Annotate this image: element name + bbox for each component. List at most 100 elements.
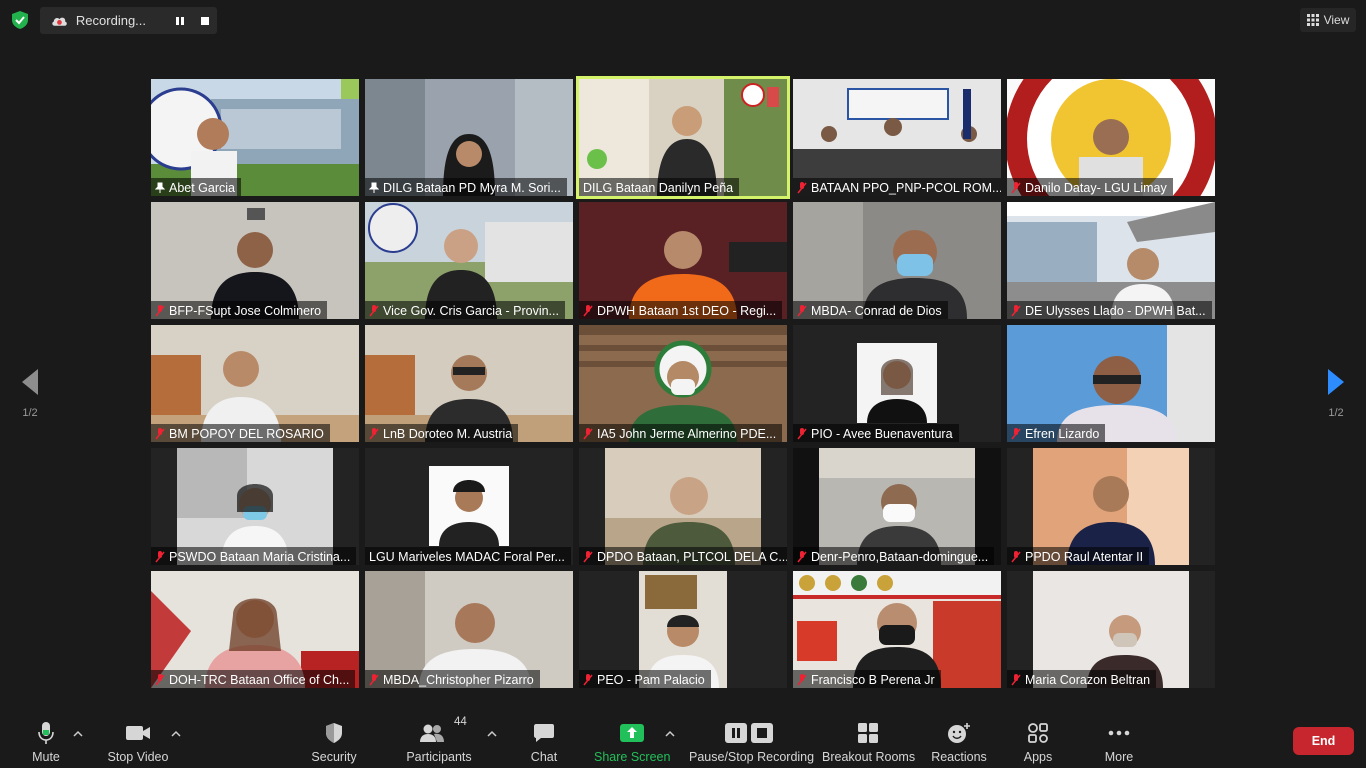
apps-button[interactable]: Apps bbox=[1018, 720, 1058, 764]
participant-tile[interactable]: DPDO Bataan, PLTCOL DELA C... bbox=[579, 448, 787, 565]
recording-indicator: Recording... bbox=[40, 7, 217, 34]
participant-tile[interactable]: BFP-FSupt Jose Colminero bbox=[151, 202, 359, 319]
pause-stop-recording-label: Pause/Stop Recording bbox=[689, 750, 815, 764]
participant-name-tag: DPDO Bataan, PLTCOL DELA C... bbox=[579, 547, 787, 565]
participant-tile[interactable]: BM POPOY DEL ROSARIO bbox=[151, 325, 359, 442]
participant-tile[interactable]: IA5 John Jerme Almerino PDE... bbox=[579, 325, 787, 442]
participant-tile[interactable]: Danilo Datay- LGU Limay bbox=[1007, 79, 1215, 196]
muted-mic-icon bbox=[797, 550, 807, 562]
participant-name: DE Ulysses Llado - DPWH Bat... bbox=[1025, 303, 1206, 318]
top-bar: Recording... View bbox=[0, 0, 1366, 42]
participant-name-tag: PEO - Pam Palacio bbox=[579, 670, 711, 688]
shield-icon bbox=[326, 723, 342, 743]
participant-name: BFP-FSupt Jose Colminero bbox=[169, 303, 322, 318]
muted-mic-icon bbox=[155, 673, 165, 685]
arrow-right-icon bbox=[1328, 369, 1344, 395]
participant-name: BATAAN PPO_PNP-PCOL ROM... bbox=[811, 180, 1001, 195]
share-screen-icon bbox=[620, 724, 644, 742]
stop-recording-button[interactable] bbox=[193, 10, 217, 32]
breakout-rooms-icon bbox=[858, 723, 878, 743]
participant-tile[interactable]: Francisco B Perena Jr bbox=[793, 571, 1001, 688]
participants-label: Participants bbox=[406, 750, 472, 764]
muted-mic-icon bbox=[369, 304, 379, 316]
participant-name-tag: Vice Gov. Cris Garcia - Provin... bbox=[365, 301, 565, 319]
participant-tile[interactable]: DPWH Bataan 1st DEO - Regi... bbox=[579, 202, 787, 319]
participant-tile-active-speaker[interactable]: DILG Bataan Danilyn Peña bbox=[576, 76, 790, 199]
participant-tile[interactable]: Maria Corazon Beltran bbox=[1007, 571, 1215, 688]
participant-tile[interactable]: PSWDO Bataan Maria Cristina... bbox=[151, 448, 359, 565]
participant-name: BM POPOY DEL ROSARIO bbox=[169, 426, 324, 441]
cloud-record-icon bbox=[52, 17, 67, 26]
participant-tile[interactable]: DILG Bataan PD Myra M. Sori... bbox=[365, 79, 573, 196]
muted-mic-icon bbox=[369, 427, 379, 439]
participant-name-tag: MBDA- Conrad de Dios bbox=[793, 301, 948, 319]
participant-name-tag: PIO - Avee Buenaventura bbox=[793, 424, 959, 442]
participant-tile[interactable]: PEO - Pam Palacio bbox=[579, 571, 787, 688]
participant-tile[interactable]: Efren Lizardo bbox=[1007, 325, 1215, 442]
muted-mic-icon bbox=[1011, 304, 1021, 316]
participant-tile[interactable]: LGU Mariveles MADAC Foral Per... bbox=[365, 448, 573, 565]
participant-name-tag: MBDA_Christopher Pizarro bbox=[365, 670, 540, 688]
participant-name-tag: DPWH Bataan 1st DEO - Regi... bbox=[579, 301, 783, 319]
participant-name: Danilo Datay- LGU Limay bbox=[1025, 180, 1167, 195]
participant-tile[interactable]: MBDA- Conrad de Dios bbox=[793, 202, 1001, 319]
chat-button[interactable]: Chat bbox=[522, 720, 566, 764]
previous-page-button[interactable]: 1/2 bbox=[10, 367, 50, 419]
pin-icon bbox=[155, 182, 165, 193]
participant-tile[interactable]: MBDA_Christopher Pizarro bbox=[365, 571, 573, 688]
participant-name-tag: DILG Bataan Danilyn Peña bbox=[579, 178, 740, 196]
participant-name: DILG Bataan PD Myra M. Sori... bbox=[383, 180, 561, 195]
participant-tile[interactable]: DE Ulysses Llado - DPWH Bat... bbox=[1007, 202, 1215, 319]
stop-video-button[interactable]: Stop Video bbox=[104, 720, 172, 764]
participant-tile[interactable]: BATAAN PPO_PNP-PCOL ROM... bbox=[793, 79, 1001, 196]
next-page-button[interactable]: 1/2 bbox=[1316, 367, 1356, 419]
participant-name: DPWH Bataan 1st DEO - Regi... bbox=[597, 303, 777, 318]
participant-name: Vice Gov. Cris Garcia - Provin... bbox=[383, 303, 559, 318]
participant-tile[interactable]: Denr-Penro,Bataan-domingue... bbox=[793, 448, 1001, 565]
mute-label: Mute bbox=[32, 750, 60, 764]
participant-name: Denr-Penro,Bataan-domingue... bbox=[811, 549, 989, 564]
stop-video-label: Stop Video bbox=[107, 750, 169, 764]
participant-tile[interactable]: DOH-TRC Bataan Office of Ch... bbox=[151, 571, 359, 688]
chevron-up-icon[interactable] bbox=[487, 730, 497, 738]
microphone-icon bbox=[38, 722, 54, 744]
more-button[interactable]: More bbox=[1098, 720, 1140, 764]
end-meeting-button[interactable]: End bbox=[1293, 727, 1354, 755]
participant-tile[interactable]: Vice Gov. Cris Garcia - Provin... bbox=[365, 202, 573, 319]
participant-tile[interactable]: PPDO Raul Atentar II bbox=[1007, 448, 1215, 565]
participant-name: PEO - Pam Palacio bbox=[597, 672, 705, 687]
participant-name: Abet Garcia bbox=[169, 180, 236, 195]
participant-tile[interactable]: PIO - Avee Buenaventura bbox=[793, 325, 1001, 442]
view-button[interactable]: View bbox=[1300, 8, 1356, 32]
security-button[interactable]: Security bbox=[306, 720, 362, 764]
pause-recording-button[interactable] bbox=[168, 10, 192, 32]
chevron-up-icon[interactable] bbox=[73, 730, 83, 738]
muted-mic-icon bbox=[1011, 550, 1021, 562]
muted-mic-icon bbox=[797, 427, 807, 439]
mute-button[interactable]: Mute bbox=[22, 720, 70, 764]
participant-name-tag: Denr-Penro,Bataan-domingue... bbox=[793, 547, 995, 565]
participant-name-tag: DILG Bataan PD Myra M. Sori... bbox=[365, 178, 567, 196]
more-label: More bbox=[1104, 750, 1134, 764]
chevron-up-icon[interactable] bbox=[171, 730, 181, 738]
participant-tile[interactable]: Abet Garcia bbox=[151, 79, 359, 196]
chat-label: Chat bbox=[530, 750, 558, 764]
reactions-button[interactable]: Reactions bbox=[930, 720, 988, 764]
participant-name-tag: IA5 John Jerme Almerino PDE... bbox=[579, 424, 783, 442]
view-label: View bbox=[1323, 13, 1350, 27]
participant-name-tag: Danilo Datay- LGU Limay bbox=[1007, 178, 1173, 196]
chevron-up-icon[interactable] bbox=[665, 730, 675, 738]
muted-mic-icon bbox=[1011, 181, 1021, 193]
breakout-rooms-button[interactable]: Breakout Rooms bbox=[822, 720, 915, 764]
participant-name-tag: PPDO Raul Atentar II bbox=[1007, 547, 1150, 565]
pause-stop-recording-button[interactable]: Pause/Stop Recording bbox=[689, 720, 815, 764]
share-screen-button[interactable]: Share Screen bbox=[594, 720, 670, 764]
meeting-toolbar: Mute Stop Video Security 44 Participants… bbox=[0, 714, 1366, 768]
encryption-shield-icon[interactable] bbox=[10, 10, 30, 30]
chat-bubble-icon bbox=[534, 724, 554, 742]
participants-button[interactable]: 44 Participants bbox=[404, 716, 474, 764]
participant-tile[interactable]: LnB Doroteo M. Austria bbox=[365, 325, 573, 442]
participant-name: PPDO Raul Atentar II bbox=[1025, 549, 1144, 564]
participant-name-tag: BM POPOY DEL ROSARIO bbox=[151, 424, 330, 442]
muted-mic-icon bbox=[155, 427, 165, 439]
